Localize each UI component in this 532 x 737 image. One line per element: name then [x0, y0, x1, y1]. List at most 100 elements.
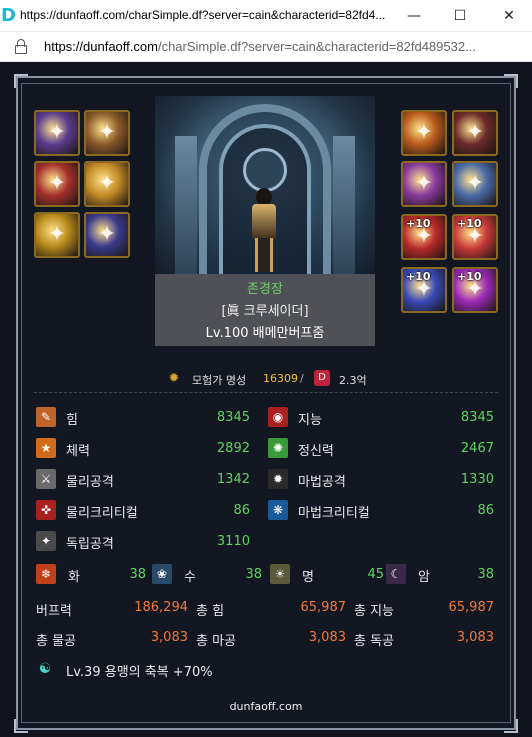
- item-icon: ✦: [97, 120, 117, 145]
- stat-row: ✺ 정신력 2467: [268, 438, 494, 460]
- site-footer: dunfaoff.com: [229, 700, 303, 713]
- item-slot-9[interactable]: ✦: [401, 161, 447, 207]
- physical-critical-icon: ✜: [36, 500, 56, 520]
- item-slot-2[interactable]: ✦: [84, 110, 130, 156]
- character-portrait: [155, 96, 375, 274]
- stat-value: 1330: [460, 472, 494, 487]
- stat-row: ◉ 지능 8345: [268, 407, 494, 429]
- item-slot-1[interactable]: ✦: [34, 110, 80, 156]
- item-icon: ✦: [414, 120, 434, 145]
- item-slot-7[interactable]: ✦: [401, 110, 447, 156]
- stat-label: 마법크리티컬: [298, 506, 370, 521]
- stat-row: ❋ 마법크리티컬 86: [268, 500, 494, 522]
- portrait-pillar: [333, 136, 355, 274]
- element-value: 38: [129, 567, 146, 582]
- stat-label: 독립공격: [66, 537, 114, 552]
- item-icon: ✦: [465, 120, 485, 145]
- stat-value: 2892: [216, 441, 250, 456]
- frame-corner: [504, 74, 518, 88]
- item-slot-5[interactable]: ✦: [34, 212, 80, 258]
- summary-value: 186,294: [134, 600, 188, 615]
- address-url[interactable]: https://dunfaoff.com/charSimple.df?serve…: [44, 39, 524, 54]
- stat-label: 물리공격: [66, 475, 114, 490]
- strength-icon: ✎: [36, 407, 56, 427]
- fame-value: 16309: [263, 372, 298, 385]
- element-label: 암: [418, 570, 430, 585]
- enhance-label: +10: [457, 217, 482, 230]
- character-nameplate: 존경장 [眞 크루세이더] Lv.100 배메만버프줌: [155, 274, 375, 346]
- lock-icon[interactable]: [15, 39, 27, 55]
- item-icon: ✦: [47, 120, 67, 145]
- character-job: [眞 크루세이더]: [221, 304, 309, 319]
- stat-row: ★ 체력 2892: [36, 438, 250, 460]
- stat-value: 8345: [460, 410, 494, 425]
- element-label: 수: [184, 570, 196, 585]
- dark-element-icon: ☾: [386, 564, 406, 584]
- close-icon[interactable]: ✕: [486, 0, 532, 32]
- physical-attack-icon: ⚔: [36, 469, 56, 489]
- damage-value: 2.3억: [339, 374, 367, 387]
- item-icon: ✦: [414, 171, 434, 196]
- element-stat: ❄ 화 38: [36, 564, 146, 586]
- item-icon: ✦: [97, 222, 117, 247]
- divider: [34, 392, 498, 393]
- item-slot-11[interactable]: ✦ +10: [401, 214, 447, 260]
- element-label: 명: [302, 570, 314, 585]
- vitality-icon: ★: [36, 438, 56, 458]
- url-path: /charSimple.df?server=cain&characterid=8…: [157, 39, 476, 54]
- item-slot-8[interactable]: ✦: [452, 110, 498, 156]
- site-favicon-icon: D: [1, 5, 16, 26]
- minimize-icon[interactable]: —: [391, 0, 437, 32]
- summary-row-1: 버프력 186,294 총 힘 65,987 총 지능 65,987: [36, 600, 496, 619]
- item-slot-4[interactable]: ✦: [84, 161, 130, 207]
- item-slot-10[interactable]: ✦: [452, 161, 498, 207]
- item-slot-14[interactable]: ✦ +10: [452, 267, 498, 313]
- summary-value: 65,987: [448, 600, 495, 615]
- character-name: 존경장: [247, 282, 283, 297]
- portrait-emblem: [243, 148, 287, 192]
- frame-corner: [14, 74, 28, 88]
- summary-label: 총 지능: [354, 604, 395, 619]
- maximize-icon[interactable]: ☐: [437, 0, 483, 32]
- stat-value: 2467: [460, 441, 494, 456]
- water-element-icon: ❀: [152, 564, 172, 584]
- item-icon: ✦: [47, 171, 67, 196]
- stat-label: 물리크리티컬: [66, 506, 138, 521]
- stat-row: ⚔ 물리공격 1342: [36, 469, 250, 491]
- window-titlebar: D https://dunfaoff.com/charSimple.df?ser…: [0, 0, 532, 32]
- enhance-label: +10: [457, 270, 482, 283]
- stat-row: ✎ 힘 8345: [36, 407, 250, 429]
- light-element-icon: ☀: [270, 564, 290, 584]
- magic-attack-icon: ✹: [268, 469, 288, 489]
- intelligence-icon: ◉: [268, 407, 288, 427]
- stat-row: ✜ 물리크리티컬 86: [36, 500, 250, 522]
- summary-value: 3,083: [456, 630, 494, 645]
- summary-label: 버프력: [36, 604, 72, 619]
- stat-row: ✹ 마법공격 1330: [268, 469, 494, 491]
- independent-attack-icon: ✦: [36, 531, 56, 551]
- character-card: ✦ ✦ ✦ ✦ ✦ ✦ ✦ ✦ ✦ ✦ ✦ +10 ✦ +10 ✦ +10 ✦ +10 존경장 [眞 크루세이더…: [0, 62, 532, 737]
- element-label: 화: [68, 570, 80, 585]
- fame-label: 모험가 명성: [192, 374, 247, 387]
- element-stat: ☾ 암 38: [386, 564, 494, 586]
- item-icon: ✦: [97, 171, 117, 196]
- item-slot-13[interactable]: ✦ +10: [401, 267, 447, 313]
- window-title: https://dunfaoff.com/charSimple.df?serve…: [20, 8, 386, 22]
- stat-value: 3110: [216, 534, 250, 549]
- item-slot-12[interactable]: ✦ +10: [452, 214, 498, 260]
- stat-value: 86: [477, 503, 494, 518]
- fame-separator: /: [300, 372, 304, 385]
- spirit-icon: ✺: [268, 438, 288, 458]
- element-value: 45: [367, 567, 384, 582]
- fame-row: ✹ 모험가 명성 16309 / D 2.3억: [0, 370, 532, 388]
- element-value: 38: [477, 567, 494, 582]
- frame-corner: [14, 719, 28, 733]
- item-slot-6[interactable]: ✦: [84, 212, 130, 258]
- address-bar[interactable]: https://dunfaoff.com/charSimple.df?serve…: [0, 32, 532, 62]
- element-stat: ❀ 수 38: [152, 564, 262, 586]
- stat-value: 8345: [216, 410, 250, 425]
- item-slot-3[interactable]: ✦: [34, 161, 80, 207]
- stat-row: ✦ 독립공격 3110: [36, 531, 250, 553]
- stat-label: 마법공격: [298, 475, 346, 490]
- character-sprite: [247, 188, 281, 274]
